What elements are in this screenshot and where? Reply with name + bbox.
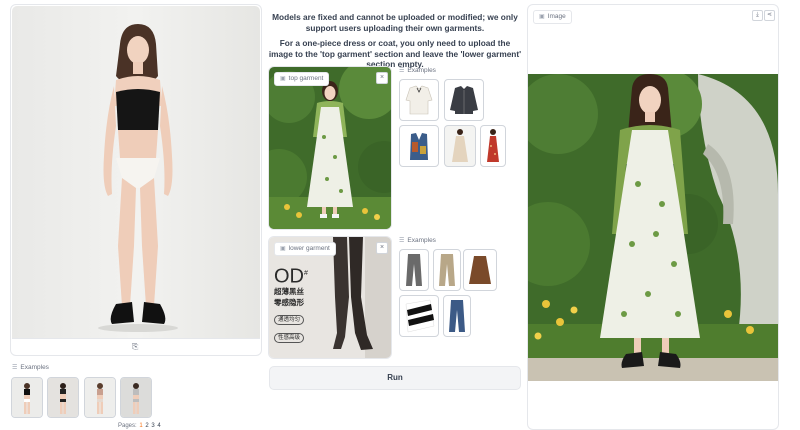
top-example-vest[interactable] [399, 125, 439, 167]
top-example-beige-dress[interactable] [444, 125, 476, 167]
lower-garment-label-tag: ▣ lower garment [274, 242, 336, 256]
share-icon: ⋖ [766, 12, 773, 18]
lower-example-brown-skirt[interactable] [463, 249, 497, 291]
model-example-3[interactable] [84, 377, 116, 418]
output-image-panel: ▣ Image ⤓ ⋖ [527, 4, 779, 430]
clipboard-icon[interactable]: ⎘ [132, 342, 138, 352]
list-icon: ☰ [12, 365, 18, 371]
close-icon: × [379, 244, 385, 251]
download-button[interactable]: ⤓ [752, 10, 763, 21]
lower-example-khaki-trousers[interactable] [433, 249, 461, 291]
model-examples-label: ☰ Examples [12, 364, 49, 371]
output-image [528, 70, 778, 381]
notice-line-1: Models are fixed and cannot be uploaded … [272, 12, 518, 33]
top-example-jacket[interactable] [444, 79, 484, 121]
page-link-4[interactable]: 4 [157, 423, 160, 429]
top-garment-panel: ▣ top garment × [268, 66, 392, 230]
model-examples-pagination: Pages: 1 2 3 4 [118, 423, 161, 429]
model-image[interactable] [12, 6, 260, 338]
list-icon: ☰ [399, 68, 405, 74]
image-icon: ▣ [539, 14, 545, 20]
lower-example-gray-trousers[interactable] [399, 249, 429, 291]
top-garment-label-tag: ▣ top garment [274, 72, 330, 86]
page-link-1[interactable]: 1 [139, 423, 142, 429]
image-icon: ▣ [280, 246, 286, 252]
output-label-tag: ▣ Image [533, 10, 572, 24]
model-example-4[interactable] [120, 377, 152, 418]
image-icon: ▣ [280, 76, 286, 82]
top-example-red-dress[interactable] [480, 125, 506, 167]
top-garment-close-button[interactable]: × [376, 72, 388, 84]
lower-garment-ad-text: OD# 超薄黑丝 零感隐形 通透均匀 性感高级 [274, 265, 308, 343]
lower-example-striped-skirt[interactable] [399, 295, 439, 337]
lower-garment-panel: OD# 超薄黑丝 零感隐形 通透均匀 性感高级 ▣ lower garment … [268, 236, 392, 359]
top-garment-examples-label: ☰ Examples [399, 67, 436, 74]
share-button[interactable]: ⋖ [764, 10, 775, 21]
top-garment-image[interactable] [269, 67, 391, 229]
download-icon: ⤓ [756, 12, 759, 18]
model-example-1[interactable] [11, 377, 43, 418]
lower-garment-close-button[interactable]: × [376, 242, 388, 254]
model-toolbar: ⎘ [12, 338, 260, 355]
run-button[interactable]: Run [269, 366, 521, 390]
lower-example-jeans[interactable] [443, 295, 471, 337]
page-link-3[interactable]: 3 [151, 423, 154, 429]
list-icon: ☰ [399, 238, 405, 244]
page-link-2[interactable]: 2 [145, 423, 148, 429]
notice-line-2: For a one-piece dress or coat, you only … [268, 38, 522, 69]
top-example-blouse[interactable] [399, 79, 439, 121]
close-icon: × [379, 74, 385, 81]
lower-garment-examples-label: ☰ Examples [399, 237, 436, 244]
model-panel: ▣ model × [10, 4, 262, 356]
model-example-2[interactable] [47, 377, 79, 418]
